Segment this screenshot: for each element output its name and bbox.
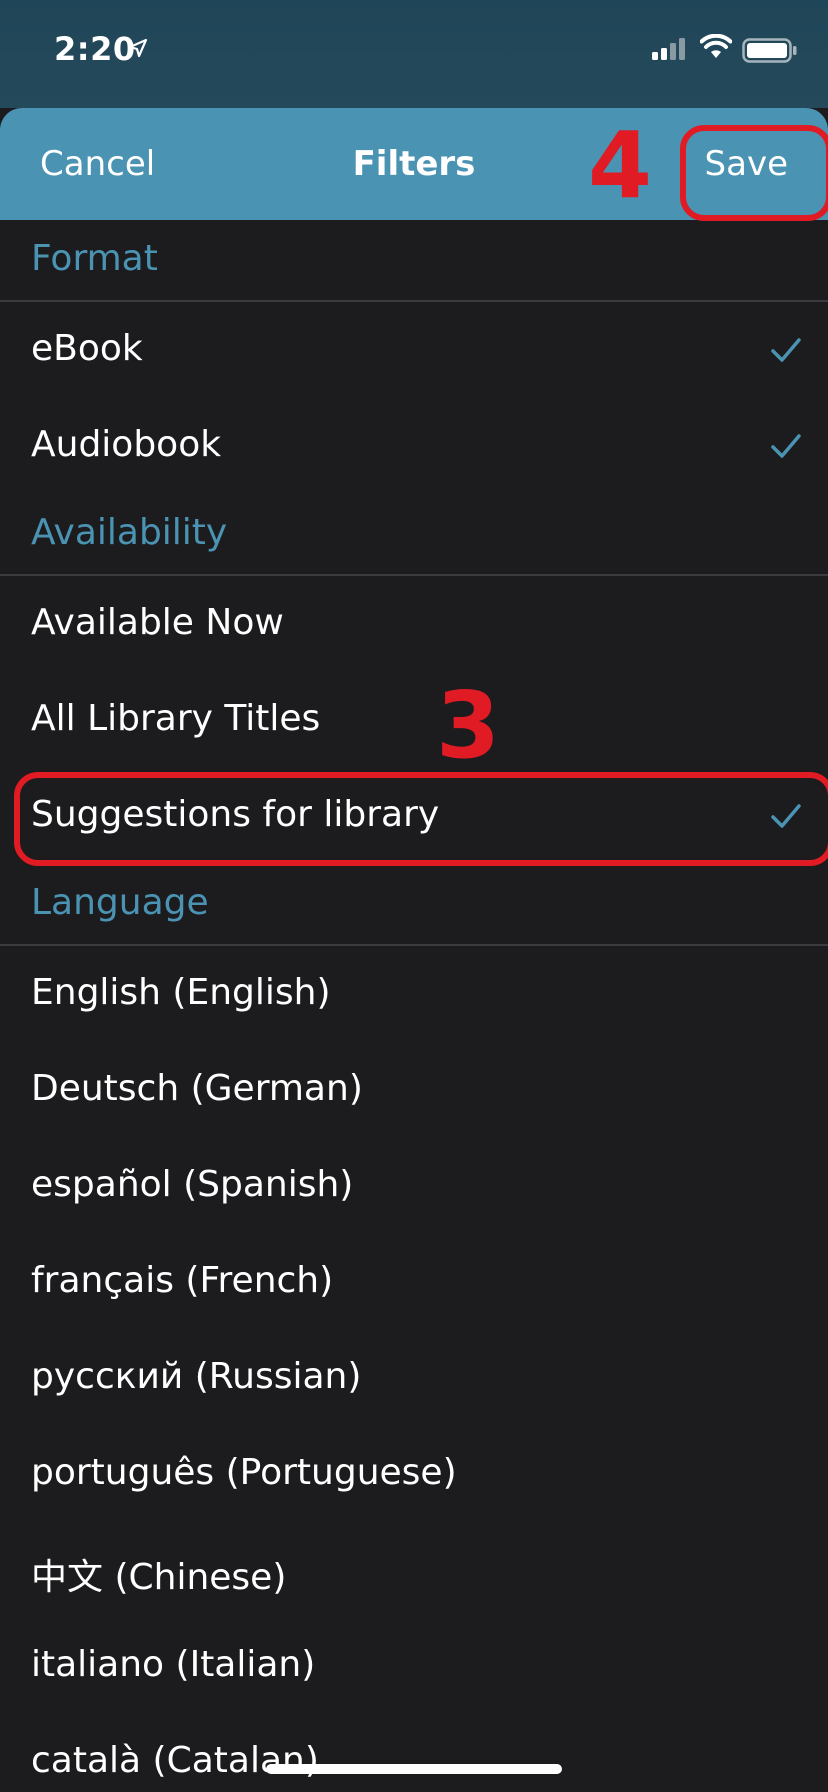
filter-row-russian[interactable]: русский (Russian) — [0, 1330, 828, 1426]
filter-label: Suggestions for library — [31, 794, 440, 835]
section-title: Availability — [31, 512, 228, 553]
filter-row-french[interactable]: français (French) — [0, 1234, 828, 1330]
filter-label: français (French) — [31, 1260, 334, 1301]
filter-label: Deutsch (German) — [31, 1068, 363, 1109]
checkmark-icon — [771, 804, 801, 828]
location-arrow-icon — [128, 38, 148, 58]
filter-row-german[interactable]: Deutsch (German) — [0, 1042, 828, 1138]
wifi-icon — [700, 34, 732, 58]
checkmark-icon — [771, 434, 801, 458]
status-bar: 2:20 — [0, 0, 828, 108]
filter-row-catalan[interactable]: català (Catalan) — [0, 1714, 828, 1792]
filter-label: English (English) — [31, 972, 331, 1013]
section-header-language: Language — [0, 864, 828, 946]
filter-row-ebook[interactable]: eBook — [0, 302, 828, 398]
checkmark-icon — [771, 338, 801, 362]
home-indicator — [266, 1764, 562, 1774]
filter-row-chinese[interactable]: 中文 (Chinese) — [0, 1522, 828, 1618]
filter-label: 中文 (Chinese) — [31, 1557, 287, 1598]
nav-bar: Cancel Filters Save — [0, 108, 828, 220]
filter-row-suggestions-for-library[interactable]: Suggestions for library — [0, 768, 828, 864]
cancel-button[interactable]: Cancel — [40, 144, 155, 184]
section-header-format: Format — [0, 220, 828, 302]
filters-sheet: Cancel Filters Save Format eBook Audiobo… — [0, 108, 828, 1792]
filter-row-portuguese[interactable]: português (Portuguese) — [0, 1426, 828, 1522]
section-title: Format — [31, 238, 158, 279]
filter-label: português (Portuguese) — [31, 1452, 457, 1493]
filter-row-available-now[interactable]: Available Now — [0, 576, 828, 672]
filter-label: All Library Titles — [31, 698, 321, 739]
filter-row-spanish[interactable]: español (Spanish) — [0, 1138, 828, 1234]
filter-row-italian[interactable]: italiano (Italian) — [0, 1618, 828, 1714]
filter-label: русский (Russian) — [31, 1356, 362, 1397]
status-time: 2:20 — [54, 30, 136, 68]
section-title: Language — [31, 882, 209, 923]
filter-row-english[interactable]: English (English) — [0, 946, 828, 1042]
battery-icon — [742, 38, 797, 63]
filter-label: Available Now — [31, 602, 284, 643]
filter-label: eBook — [31, 328, 143, 369]
save-button[interactable]: Save — [705, 144, 788, 184]
filter-label: català (Catalan) — [31, 1740, 319, 1781]
filter-label: español (Spanish) — [31, 1164, 354, 1205]
filter-label: italiano (Italian) — [31, 1644, 316, 1685]
filter-row-all-library-titles[interactable]: All Library Titles — [0, 672, 828, 768]
filter-label: Audiobook — [31, 424, 222, 465]
filter-list: Format eBook Audiobook Availability Avai… — [0, 220, 828, 1792]
cellular-signal-icon — [652, 38, 685, 60]
filter-row-audiobook[interactable]: Audiobook — [0, 398, 828, 494]
section-header-availability: Availability — [0, 494, 828, 576]
